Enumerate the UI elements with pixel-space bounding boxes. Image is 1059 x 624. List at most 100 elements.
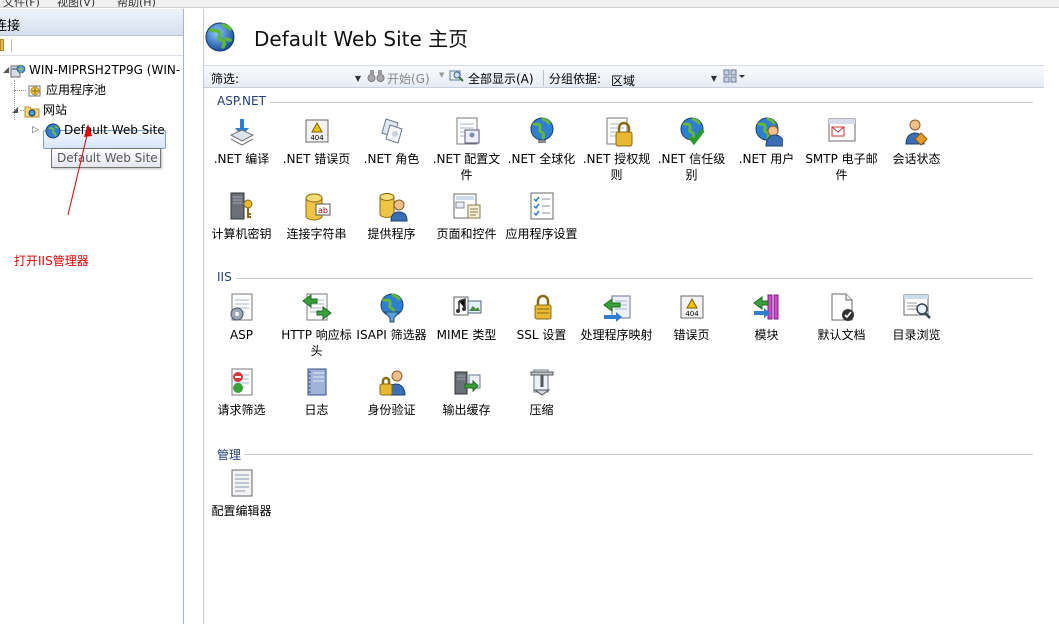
feature-item[interactable]: .NET 全球化 xyxy=(504,115,579,167)
feature-label: 应用程序设置 xyxy=(505,227,578,241)
feature-item[interactable]: 页面和控件 xyxy=(429,190,504,242)
start-dropdown-arrow-icon[interactable]: ▼ xyxy=(439,71,444,79)
feature-label: 请求筛选 xyxy=(217,403,266,417)
modules-icon xyxy=(751,291,783,323)
net-globalization-icon xyxy=(526,115,558,147)
feature-item[interactable]: 会话状态 xyxy=(879,115,954,167)
feature-item[interactable]: 目录浏览 xyxy=(879,291,954,343)
feature-item[interactable]: .NET 信任级别 xyxy=(654,115,729,183)
feature-label: .NET 角色 xyxy=(363,152,420,166)
feature-item[interactable]: 处理程序映射 xyxy=(579,291,654,343)
feature-item[interactable]: 应用程序设置 xyxy=(504,190,579,242)
pane-splitter[interactable] xyxy=(185,9,203,624)
view-icon[interactable] xyxy=(723,69,745,86)
menubar: 文件(F) 视图(V) 帮助(H) xyxy=(0,0,1059,8)
features-view: Default Web Site 主页 筛选: ▼ 开始(G) ▼ 全部显示(A… xyxy=(203,9,1059,624)
feature-label: 配置编辑器 xyxy=(211,504,272,518)
configuration-editor-icon xyxy=(226,467,258,499)
menu-view[interactable]: 视图(V) xyxy=(57,0,95,7)
feature-item[interactable]: ASP xyxy=(204,291,279,343)
feature-item[interactable]: 404 .NET 错误页 xyxy=(279,115,354,167)
feature-label: .NET 错误页 xyxy=(282,152,351,166)
feature-item[interactable]: .NET 角色 xyxy=(354,115,429,167)
feature-item[interactable]: 计算机密钥 xyxy=(204,190,279,242)
net-trust-levels-icon xyxy=(676,115,708,147)
section-title[interactable]: ASP.NET xyxy=(217,94,266,108)
feature-item[interactable]: SMTP 电子邮件 xyxy=(804,115,879,183)
section-title[interactable]: 管理 xyxy=(217,446,241,463)
feature-label: .NET 用户 xyxy=(738,152,795,166)
feature-item[interactable]: 模块 xyxy=(729,291,804,343)
feature-item[interactable]: 日志 xyxy=(279,366,354,418)
feature-label: ASP xyxy=(229,328,254,342)
feature-item[interactable]: 请求筛选 xyxy=(204,366,279,418)
feature-item[interactable]: 压缩 xyxy=(504,366,579,418)
feature-label: 计算机密钥 xyxy=(211,227,272,241)
menu-file[interactable]: 文件(F) xyxy=(3,0,40,7)
feature-label: 页面和控件 xyxy=(436,227,497,241)
feature-label: 压缩 xyxy=(529,403,554,417)
section-divider xyxy=(236,278,1033,279)
feature-label: MIME 类型 xyxy=(436,328,497,342)
net-users-icon xyxy=(751,115,785,147)
show-all-button[interactable]: 全部显示(A) xyxy=(468,70,534,87)
feature-item[interactable]: SSL 设置 xyxy=(504,291,579,343)
feature-item[interactable]: .NET 配置文件 xyxy=(429,115,504,183)
feature-item[interactable]: .NET 授权规则 xyxy=(579,115,654,183)
section-title[interactable]: IIS xyxy=(217,270,232,284)
feature-label: 日志 xyxy=(304,403,329,417)
machine-key-icon xyxy=(226,190,258,222)
feature-label: 默认文档 xyxy=(817,328,866,342)
menu-help[interactable]: 帮助(H) xyxy=(117,0,156,7)
section-divider xyxy=(244,454,1033,455)
svg-text:404: 404 xyxy=(310,134,324,142)
group-by-value: 区域 xyxy=(611,74,636,88)
smtp-email-icon xyxy=(826,115,858,147)
section-divider xyxy=(270,102,1033,103)
feature-item[interactable]: .NET 编译 xyxy=(204,115,279,167)
net-error-pages-icon: 404 xyxy=(301,115,333,147)
group-by-label: 分组依据: xyxy=(549,72,602,86)
net-authorization-icon xyxy=(601,115,633,147)
filter-input[interactable]: ▼ xyxy=(244,70,364,88)
feature-label: 身份验证 xyxy=(367,403,416,417)
feature-label: 模块 xyxy=(754,328,779,342)
feature-item[interactable]: 默认文档 xyxy=(804,291,879,343)
feature-item[interactable]: 404 错误页 xyxy=(654,291,729,343)
filter-separator xyxy=(543,70,544,86)
annotation-text: 打开IIS管理器 xyxy=(14,254,89,268)
show-all-icon[interactable] xyxy=(449,69,465,86)
dropdown-arrow-icon[interactable]: ▼ xyxy=(711,74,717,83)
feature-label: 处理程序映射 xyxy=(580,328,653,342)
dropdown-arrow-icon[interactable]: ▼ xyxy=(355,74,361,83)
session-state-icon xyxy=(901,115,933,147)
feature-item[interactable]: ISAPI 筛选器 xyxy=(354,291,429,343)
feature-item[interactable]: 配置编辑器 xyxy=(204,467,279,519)
ssl-settings-icon xyxy=(526,291,558,323)
mime-types-icon xyxy=(451,291,483,323)
logging-icon xyxy=(301,366,333,398)
feature-label: .NET 信任级别 xyxy=(657,152,726,182)
connection-strings-icon: ab xyxy=(301,190,333,222)
page-header: Default Web Site 主页 xyxy=(204,9,1059,65)
feature-label: SSL 设置 xyxy=(516,328,567,342)
feature-item[interactable]: HTTP 响应标头 xyxy=(279,291,354,359)
feature-label: 目录浏览 xyxy=(892,328,941,342)
feature-item[interactable]: MIME 类型 xyxy=(429,291,504,343)
net-roles-icon xyxy=(376,115,408,147)
start-button[interactable]: 开始(G) xyxy=(387,70,430,87)
svg-text:404: 404 xyxy=(685,310,699,318)
feature-item[interactable]: 提供程序 xyxy=(354,190,429,242)
binoculars-icon[interactable] xyxy=(367,69,385,86)
feature-label: 错误页 xyxy=(673,328,710,342)
net-compilation-icon xyxy=(226,115,258,147)
default-document-icon xyxy=(826,291,858,323)
feature-label: SMTP 电子邮件 xyxy=(805,152,878,182)
feature-label: HTTP 响应标头 xyxy=(281,328,352,358)
feature-item[interactable]: 输出缓存 xyxy=(429,366,504,418)
app-settings-icon xyxy=(526,190,558,222)
feature-item[interactable]: .NET 用户 xyxy=(729,115,804,167)
feature-item[interactable]: ab 连接字符串 xyxy=(279,190,354,242)
feature-item[interactable]: 身份验证 xyxy=(354,366,429,418)
group-by-select[interactable]: 区域 ▼ xyxy=(607,70,720,88)
